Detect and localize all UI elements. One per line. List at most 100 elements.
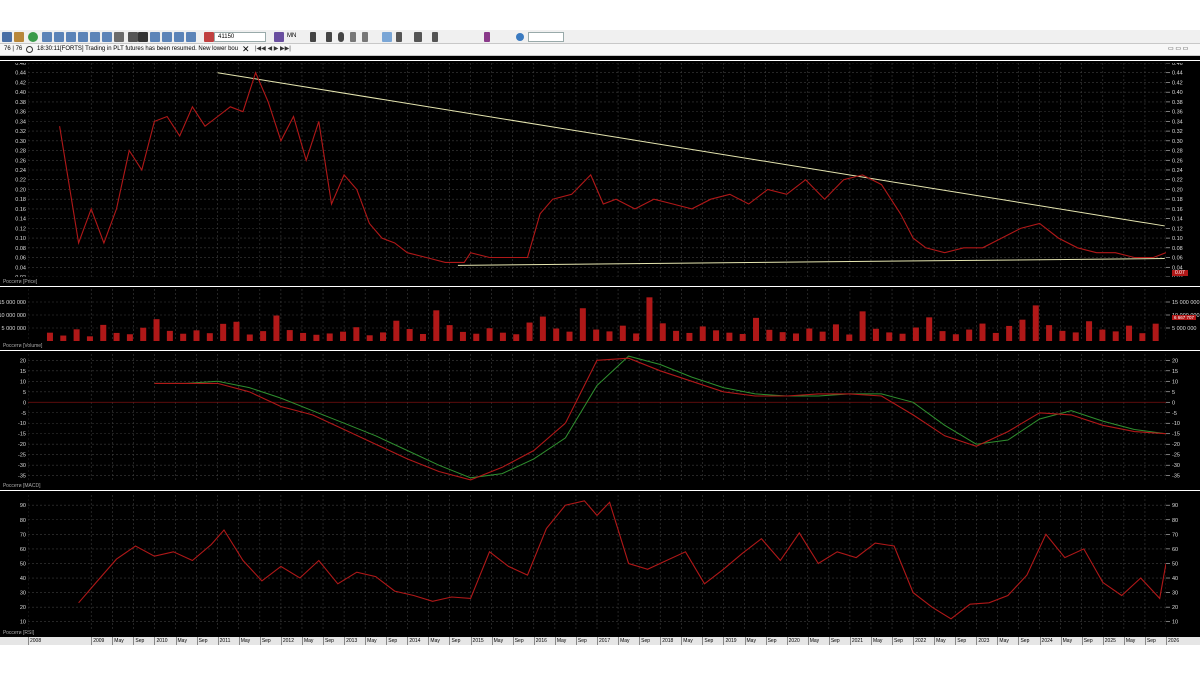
volume-bar bbox=[433, 310, 440, 341]
font-icon[interactable] bbox=[414, 32, 422, 42]
x-tick-label: May bbox=[177, 637, 187, 644]
edit-chart-icon[interactable] bbox=[14, 32, 24, 42]
y-tick-label-left: -20 bbox=[18, 442, 26, 448]
rsi-pane[interactable]: 90 80 70 60 50 40 30 20 10 90 80 70 60 50 40 30 20 10 Ро… bbox=[0, 490, 1200, 637]
pencil-icon[interactable] bbox=[362, 32, 368, 42]
rsi-chart[interactable] bbox=[28, 495, 1166, 629]
y-tick-label-right: 40 bbox=[1172, 576, 1178, 582]
x-tick-label: 2008 bbox=[30, 637, 42, 644]
price-series-line bbox=[59, 71, 1166, 263]
y-tick-label-right: 0.08 bbox=[1172, 246, 1183, 252]
volume-bar bbox=[86, 336, 93, 341]
x-tick-mark bbox=[112, 637, 114, 645]
y-tick-label-right: 15 bbox=[1172, 369, 1178, 375]
timeframe-icon[interactable] bbox=[274, 32, 284, 42]
price-chart[interactable] bbox=[28, 63, 1166, 277]
volume-bar bbox=[1099, 329, 1106, 341]
quotes-icon[interactable] bbox=[78, 32, 88, 42]
line-tool-icon[interactable] bbox=[396, 32, 402, 42]
alert-icon[interactable] bbox=[150, 32, 160, 42]
marker-icon[interactable] bbox=[432, 32, 438, 42]
chart-window-icon[interactable] bbox=[66, 32, 76, 42]
instrument-icon[interactable] bbox=[204, 32, 214, 42]
settings-icon[interactable] bbox=[114, 32, 124, 42]
y-tick-label-right: 0.26 bbox=[1172, 158, 1183, 164]
y-tick-label-left: 0.18 bbox=[15, 197, 26, 203]
x-tick-label: May bbox=[303, 637, 314, 644]
y-tick-label-right: 0.36 bbox=[1172, 110, 1183, 116]
volume-bar bbox=[699, 326, 706, 341]
zoom-icon[interactable] bbox=[186, 32, 196, 42]
table-icon[interactable] bbox=[54, 32, 64, 42]
news-message[interactable]: [FORTS] Trading in PLT futures has been … bbox=[60, 44, 238, 55]
volume-pane[interactable]: 15 000 000 10 000 000 5 000 000 15 000 000… bbox=[0, 286, 1200, 350]
y-tick-label-left: 5 bbox=[23, 390, 26, 396]
magnet-icon[interactable] bbox=[484, 32, 490, 42]
close-icon[interactable]: ✕ bbox=[242, 44, 250, 55]
target-icon[interactable] bbox=[338, 32, 344, 42]
volume-bar bbox=[792, 333, 799, 341]
volume-bar bbox=[313, 334, 320, 341]
trendline bbox=[217, 72, 1165, 227]
crosshair-icon[interactable] bbox=[310, 32, 316, 42]
volume-bar bbox=[126, 334, 133, 341]
x-tick-label: Sep bbox=[135, 637, 145, 644]
volume-bar bbox=[406, 329, 413, 341]
portfolio-icon[interactable] bbox=[90, 32, 100, 42]
x-tick-mark bbox=[554, 637, 556, 645]
price-pane[interactable]: 0.46 0.44 0.42 0.40 0.38 0.36 0.34 0.32 0.30 0.28… bbox=[0, 60, 1200, 286]
volume-bar bbox=[859, 311, 866, 341]
x-tick-mark bbox=[238, 637, 240, 645]
layout-icon[interactable] bbox=[174, 32, 184, 42]
y-tick-label-left: -30 bbox=[18, 463, 26, 469]
volume-bar bbox=[459, 331, 466, 341]
move-icon[interactable] bbox=[326, 32, 332, 42]
y-tick-label-right: 0.06 bbox=[1172, 256, 1183, 262]
volume-chart[interactable] bbox=[28, 289, 1166, 341]
y-tick-label-right: 20 bbox=[1172, 358, 1178, 364]
cursor-icon[interactable] bbox=[128, 32, 138, 42]
macd-pane[interactable]: 20 15 10 5 0 -5 -10 -15 -20 -25 -30 -35 20 15 10 5 0 -5 -… bbox=[0, 350, 1200, 490]
x-tick-label: 2026 bbox=[1168, 637, 1180, 644]
volume-bar bbox=[1006, 325, 1013, 341]
info-icon[interactable] bbox=[26, 46, 33, 53]
timeframe-select[interactable]: MN bbox=[284, 32, 306, 42]
y-tick-label-right: 0.10 bbox=[1172, 236, 1183, 242]
y-tick-label-left: 0.38 bbox=[15, 100, 26, 106]
refresh-icon[interactable] bbox=[28, 32, 38, 42]
x-tick-label: Sep bbox=[957, 637, 967, 644]
news-nav-icon[interactable]: |◀◀ ◀ ▶ ▶▶| bbox=[255, 44, 291, 55]
x-tick-label: May bbox=[872, 637, 883, 644]
window-controls-icon[interactable]: ▭ ▭ ▭ bbox=[1168, 44, 1188, 55]
trendline bbox=[457, 258, 1165, 266]
volume-bar bbox=[486, 328, 493, 341]
news-icon[interactable] bbox=[102, 32, 112, 42]
volume-bar bbox=[753, 317, 760, 341]
volume-bar bbox=[686, 332, 693, 341]
hand-icon[interactable] bbox=[382, 32, 392, 42]
arrow-right-icon[interactable] bbox=[2, 32, 12, 42]
volume-bar bbox=[899, 333, 906, 341]
volume-bar bbox=[912, 327, 919, 341]
time-axis[interactable]: 2008 2009 May Sep 2010 May Sep 2011 May Sep 2012 Ma… bbox=[0, 637, 1200, 645]
x-tick-mark bbox=[344, 637, 346, 645]
x-tick-mark bbox=[913, 637, 915, 645]
eraser-icon[interactable] bbox=[350, 32, 356, 42]
symbol-input[interactable]: 41150 bbox=[214, 32, 266, 42]
text-tool-icon[interactable] bbox=[138, 32, 148, 42]
bars-icon[interactable] bbox=[162, 32, 172, 42]
volume-tag: 6 667 707 bbox=[1172, 315, 1197, 320]
search-input[interactable] bbox=[528, 32, 564, 42]
macd-chart[interactable] bbox=[28, 354, 1166, 482]
volume-bar bbox=[579, 308, 586, 341]
x-tick-mark bbox=[597, 637, 598, 645]
volume-bar bbox=[659, 323, 666, 341]
window-icon[interactable] bbox=[42, 32, 52, 42]
volume-bar bbox=[393, 320, 400, 341]
search-icon[interactable] bbox=[516, 33, 524, 41]
x-tick-label: Sep bbox=[1083, 637, 1093, 644]
y-tick-label-left: 20 bbox=[20, 358, 26, 364]
x-tick-mark bbox=[28, 637, 29, 645]
y-tick-label-right: 0.28 bbox=[1172, 149, 1183, 155]
x-tick-mark bbox=[955, 637, 957, 645]
